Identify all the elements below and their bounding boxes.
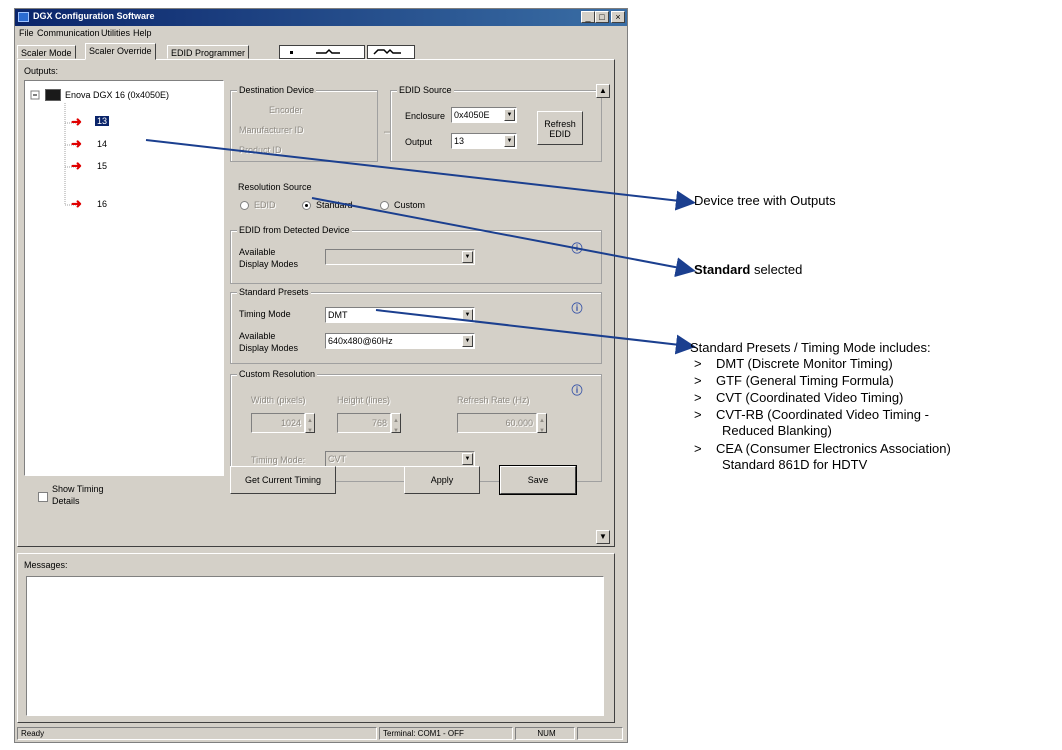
callout-standard — [311, 197, 696, 278]
bullet-icon: > — [694, 356, 702, 371]
preset-cvt-rb: CVT-RB (Coordinated Video Timing - — [716, 407, 929, 422]
preset-gtf: GTF (General Timing Formula) — [716, 373, 894, 388]
bullet-icon: > — [694, 373, 702, 388]
preset-cea: CEA (Consumer Electronics Association) — [716, 441, 951, 456]
bullet-icon: > — [694, 407, 702, 422]
tab-scaler-override[interactable]: Scaler Override — [85, 43, 156, 60]
preset-cvt-rb-line2: Reduced Blanking) — [722, 423, 832, 438]
preset-dmt: DMT (Discrete Monitor Timing) — [716, 356, 893, 371]
callout-device-tree — [145, 139, 696, 211]
annotation-standard: Standard selected — [694, 262, 802, 277]
preset-cea-line2: Standard 861D for HDTV — [722, 457, 868, 472]
bullet-icon: > — [694, 441, 702, 456]
annotation-standard-rest: selected — [750, 262, 803, 277]
callout-timing-mode — [375, 309, 696, 355]
annotation-standard-bold: Standard — [694, 262, 751, 277]
preset-cvt: CVT (Coordinated Video Timing) — [716, 390, 904, 405]
annotation-presets-heading: Standard Presets / Timing Mode includes: — [690, 340, 931, 355]
callout-lines — [145, 139, 696, 355]
annotation-device-tree: Device tree with Outputs — [694, 193, 836, 208]
bullet-icon: > — [694, 390, 702, 405]
